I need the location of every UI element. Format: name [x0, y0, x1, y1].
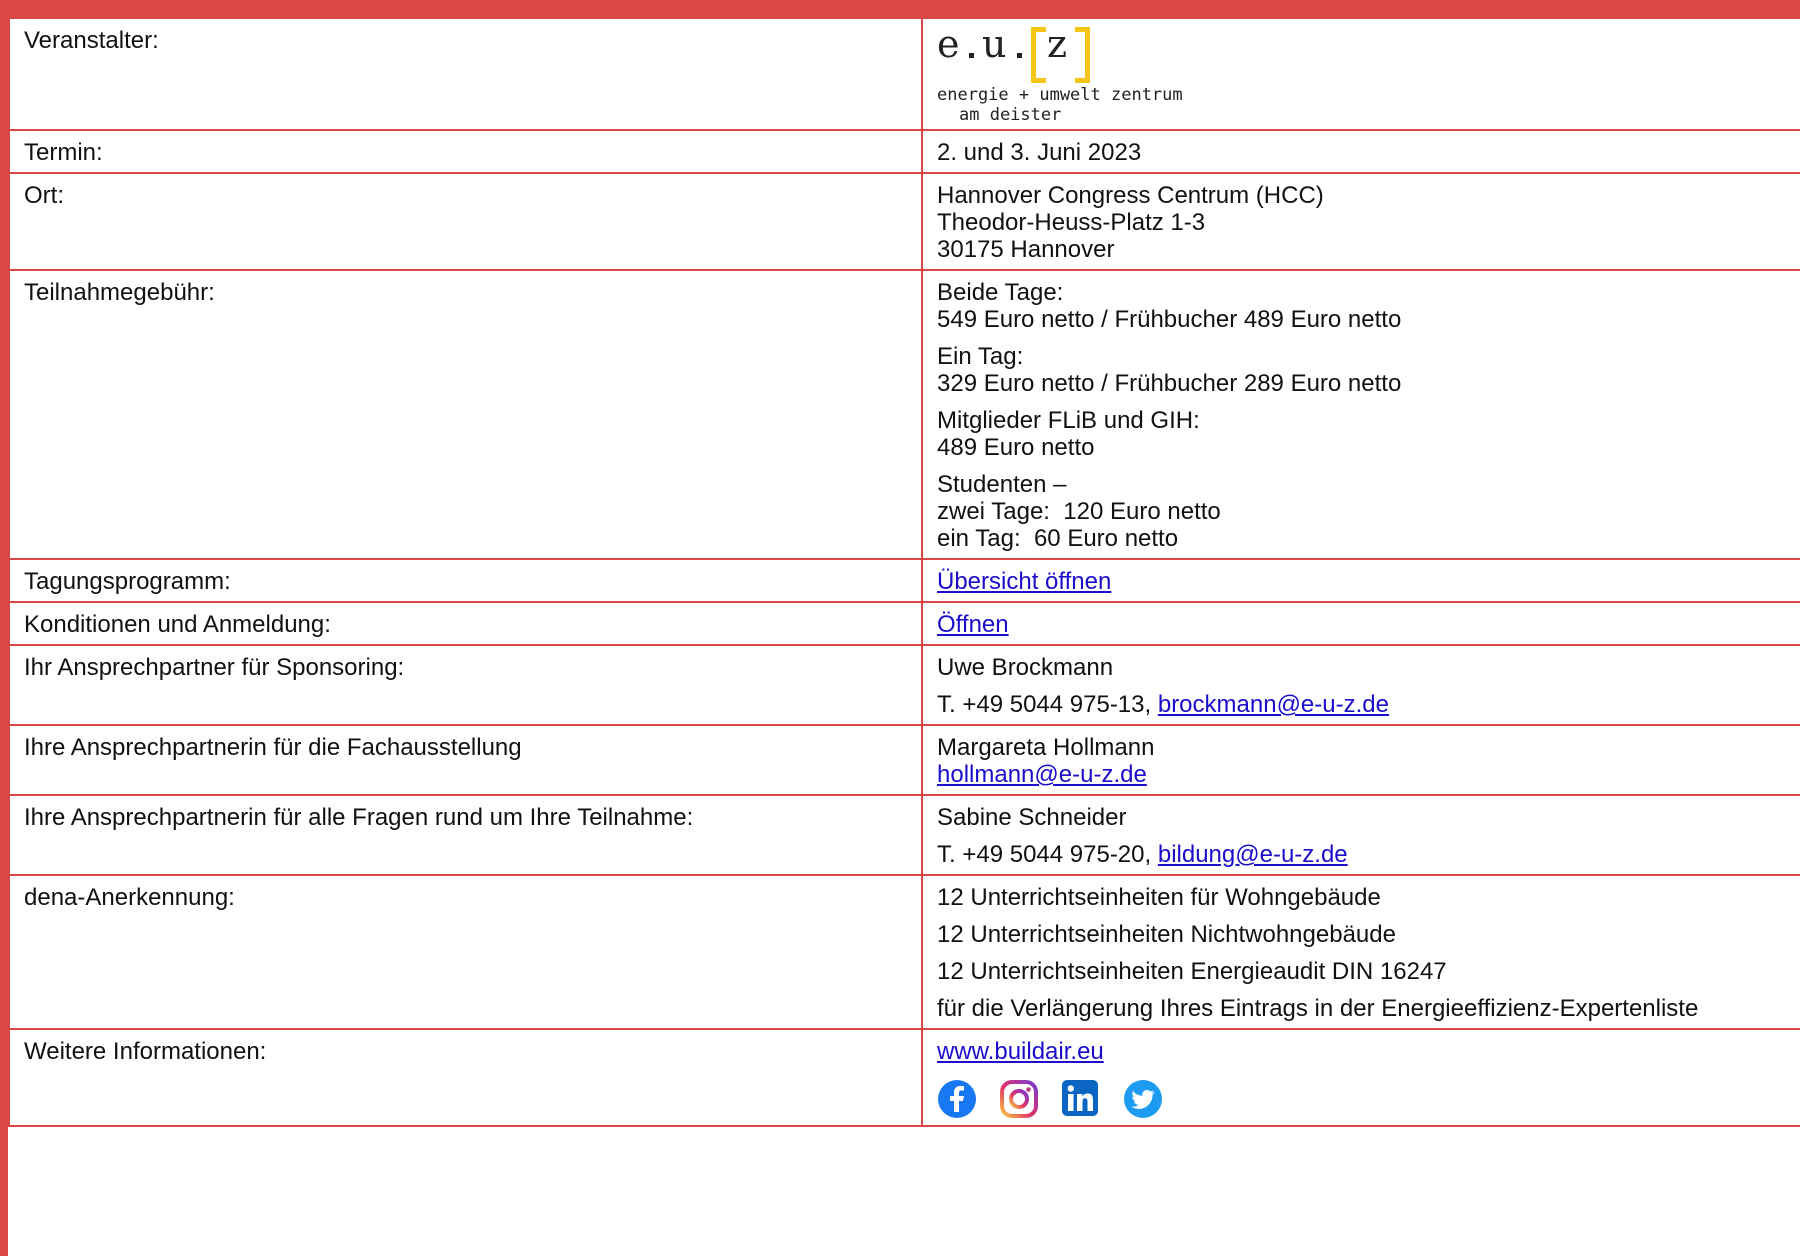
facebook-icon[interactable] — [937, 1079, 977, 1119]
logo-bracket-left — [1031, 27, 1046, 83]
logo-tagline-2: am deister — [959, 105, 1062, 125]
row-ort: Ort: Hannover Congress Centrum (HCC) The… — [8, 172, 1800, 271]
logo-letter-u: u — [982, 22, 1007, 66]
label-tagungsprogramm: Tagungsprogramm: — [8, 558, 923, 603]
fee-group-beide-tage: Beide Tage: 549 Euro netto / Frühbucher … — [937, 279, 1800, 333]
contact-phone: T. +49 5044 975-20, — [937, 841, 1158, 868]
label-weitere: Weitere Informationen: — [8, 1028, 923, 1127]
top-border-bar — [0, 0, 1800, 17]
row-tagungsprogramm: Tagungsprogramm: Übersicht öffnen — [8, 558, 1800, 603]
row-weitere: Weitere Informationen: www.buildair.eu — [8, 1028, 1800, 1127]
fee-group-mitglieder: Mitglieder FLiB und GIH: 489 Euro netto — [937, 407, 1800, 461]
instagram-icon[interactable] — [999, 1079, 1039, 1119]
fee-line: ein Tag: 60 Euro netto — [937, 525, 1179, 552]
row-sponsoring: Ihr Ansprechpartner für Sponsoring: Uwe … — [8, 644, 1800, 726]
value-teilnahmegebuehr: Beide Tage: 549 Euro netto / Frühbucher … — [921, 269, 1800, 560]
dena-line: 12 Unterrichtseinheiten Energieaudit DIN… — [937, 958, 1447, 985]
program-overview-link[interactable]: Übersicht öffnen — [937, 568, 1111, 595]
row-anmeldung: Konditionen und Anmeldung: Öffnen — [8, 601, 1800, 646]
label-fachausstellung: Ihre Ansprechpartnerin für die Fachausst… — [8, 724, 923, 796]
fee-group-ein-tag: Ein Tag: 329 Euro netto / Frühbucher 289… — [937, 343, 1800, 397]
info-frame: Veranstalter: e u z energie + umwelt zen… — [8, 17, 1800, 1127]
teilnahme-email-link[interactable]: bildung@e-u-z.de — [1158, 841, 1348, 868]
fee-line: 329 Euro netto / Frühbucher 289 Euro net… — [937, 370, 1402, 397]
label-teilnahmegebuehr: Teilnahmegebühr: — [8, 269, 923, 560]
twitter-icon[interactable] — [1123, 1079, 1163, 1119]
sponsoring-email-link[interactable]: brockmann@e-u-z.de — [1158, 691, 1389, 718]
linkedin-icon[interactable] — [1061, 1079, 1101, 1119]
social-icons — [937, 1079, 1800, 1119]
fee-heading: Mitglieder FLiB und GIH: — [937, 407, 1200, 434]
euz-logo-mark: e u z — [937, 22, 1800, 83]
ort-line: Hannover Congress Centrum (HCC) — [937, 182, 1324, 209]
contact-name: Uwe Brockmann — [937, 654, 1114, 681]
row-teilnahmegebuehr: Teilnahmegebühr: Beide Tage: 549 Euro ne… — [8, 269, 1800, 560]
label-ort: Ort: — [8, 172, 923, 271]
value-tagungsprogramm: Übersicht öffnen — [921, 558, 1800, 603]
label-anmeldung: Konditionen und Anmeldung: — [8, 601, 923, 646]
row-dena: dena-Anerkennung: 12 Unterrichtseinheite… — [8, 874, 1800, 1030]
fee-line: 549 Euro netto / Frühbucher 489 Euro net… — [937, 306, 1402, 333]
label-sponsoring: Ihr Ansprechpartner für Sponsoring: — [8, 644, 923, 726]
fee-heading: Ein Tag: — [937, 343, 1024, 370]
label-teilnahme: Ihre Ansprechpartnerin für alle Fragen r… — [8, 794, 923, 876]
value-teilnahme: Sabine Schneider T. +49 5044 975-20, bil… — [921, 794, 1800, 876]
contact-name: Sabine Schneider — [937, 804, 1127, 831]
value-sponsoring: Uwe Brockmann T. +49 5044 975-13, brockm… — [921, 644, 1800, 726]
contact-email-line: hollmann@e-u-z.de — [937, 761, 1800, 788]
contact-name: Margareta Hollmann — [937, 734, 1155, 761]
row-fachausstellung: Ihre Ansprechpartnerin für die Fachausst… — [8, 724, 1800, 796]
value-ort: Hannover Congress Centrum (HCC) Theodor-… — [921, 172, 1800, 271]
fee-group-studenten: Studenten – zwei Tage: 120 Euro netto ei… — [937, 471, 1800, 552]
logo-dot — [1017, 53, 1022, 58]
value-anmeldung: Öffnen — [921, 601, 1800, 646]
dena-line: 12 Unterrichtseinheiten für Wohngebäude — [937, 884, 1381, 911]
value-weitere: www.buildair.eu — [921, 1028, 1800, 1127]
logo-dot — [969, 53, 974, 58]
logo-bracket-right — [1075, 27, 1090, 83]
row-veranstalter: Veranstalter: e u z energie + umwelt zen… — [8, 17, 1800, 131]
value-dena: 12 Unterrichtseinheiten für Wohngebäude … — [921, 874, 1800, 1030]
fee-line: zwei Tage: 120 Euro netto — [937, 498, 1221, 525]
logo-letter-z: z — [1047, 22, 1068, 66]
value-fachausstellung: Margareta Hollmann hollmann@e-u-z.de — [921, 724, 1800, 796]
fachausstellung-email-link[interactable]: hollmann@e-u-z.de — [937, 761, 1147, 788]
dena-line: 12 Unterrichtseinheiten Nichtwohngebäude — [937, 921, 1396, 948]
ort-line: 30175 Hannover — [937, 236, 1115, 263]
contact-phone-line: T. +49 5044 975-13, brockmann@e-u-z.de — [937, 691, 1800, 718]
row-teilnahme: Ihre Ansprechpartnerin für alle Fragen r… — [8, 794, 1800, 876]
left-border-bar — [0, 0, 8, 1256]
event-info-table: Veranstalter: e u z energie + umwelt zen… — [8, 17, 1800, 1127]
fee-line: 489 Euro netto — [937, 434, 1095, 461]
value-termin: 2. und 3. Juni 2023 — [921, 129, 1800, 174]
ort-line: Theodor-Heuss-Platz 1-3 — [937, 209, 1206, 236]
logo-tagline: energie + umwelt zentrum — [937, 85, 1183, 105]
contact-phone: T. +49 5044 975-13, — [937, 691, 1158, 718]
fee-heading: Beide Tage: — [937, 279, 1064, 306]
euz-logo: e u z energie + umwelt zentrum am deiste… — [937, 22, 1800, 125]
logo-letter-e: e — [937, 22, 960, 66]
dena-line: für die Verlängerung Ihres Eintrags in d… — [937, 995, 1699, 1022]
value-veranstalter: e u z energie + umwelt zentrum am deiste… — [921, 17, 1800, 131]
contact-phone-line: T. +49 5044 975-20, bildung@e-u-z.de — [937, 841, 1800, 868]
registration-open-link[interactable]: Öffnen — [937, 611, 1009, 638]
website-link[interactable]: www.buildair.eu — [937, 1038, 1104, 1065]
fee-heading: Studenten – — [937, 471, 1067, 498]
label-termin: Termin: — [8, 129, 923, 174]
label-dena: dena-Anerkennung: — [8, 874, 923, 1030]
label-veranstalter: Veranstalter: — [8, 17, 923, 131]
row-termin: Termin: 2. und 3. Juni 2023 — [8, 129, 1800, 174]
